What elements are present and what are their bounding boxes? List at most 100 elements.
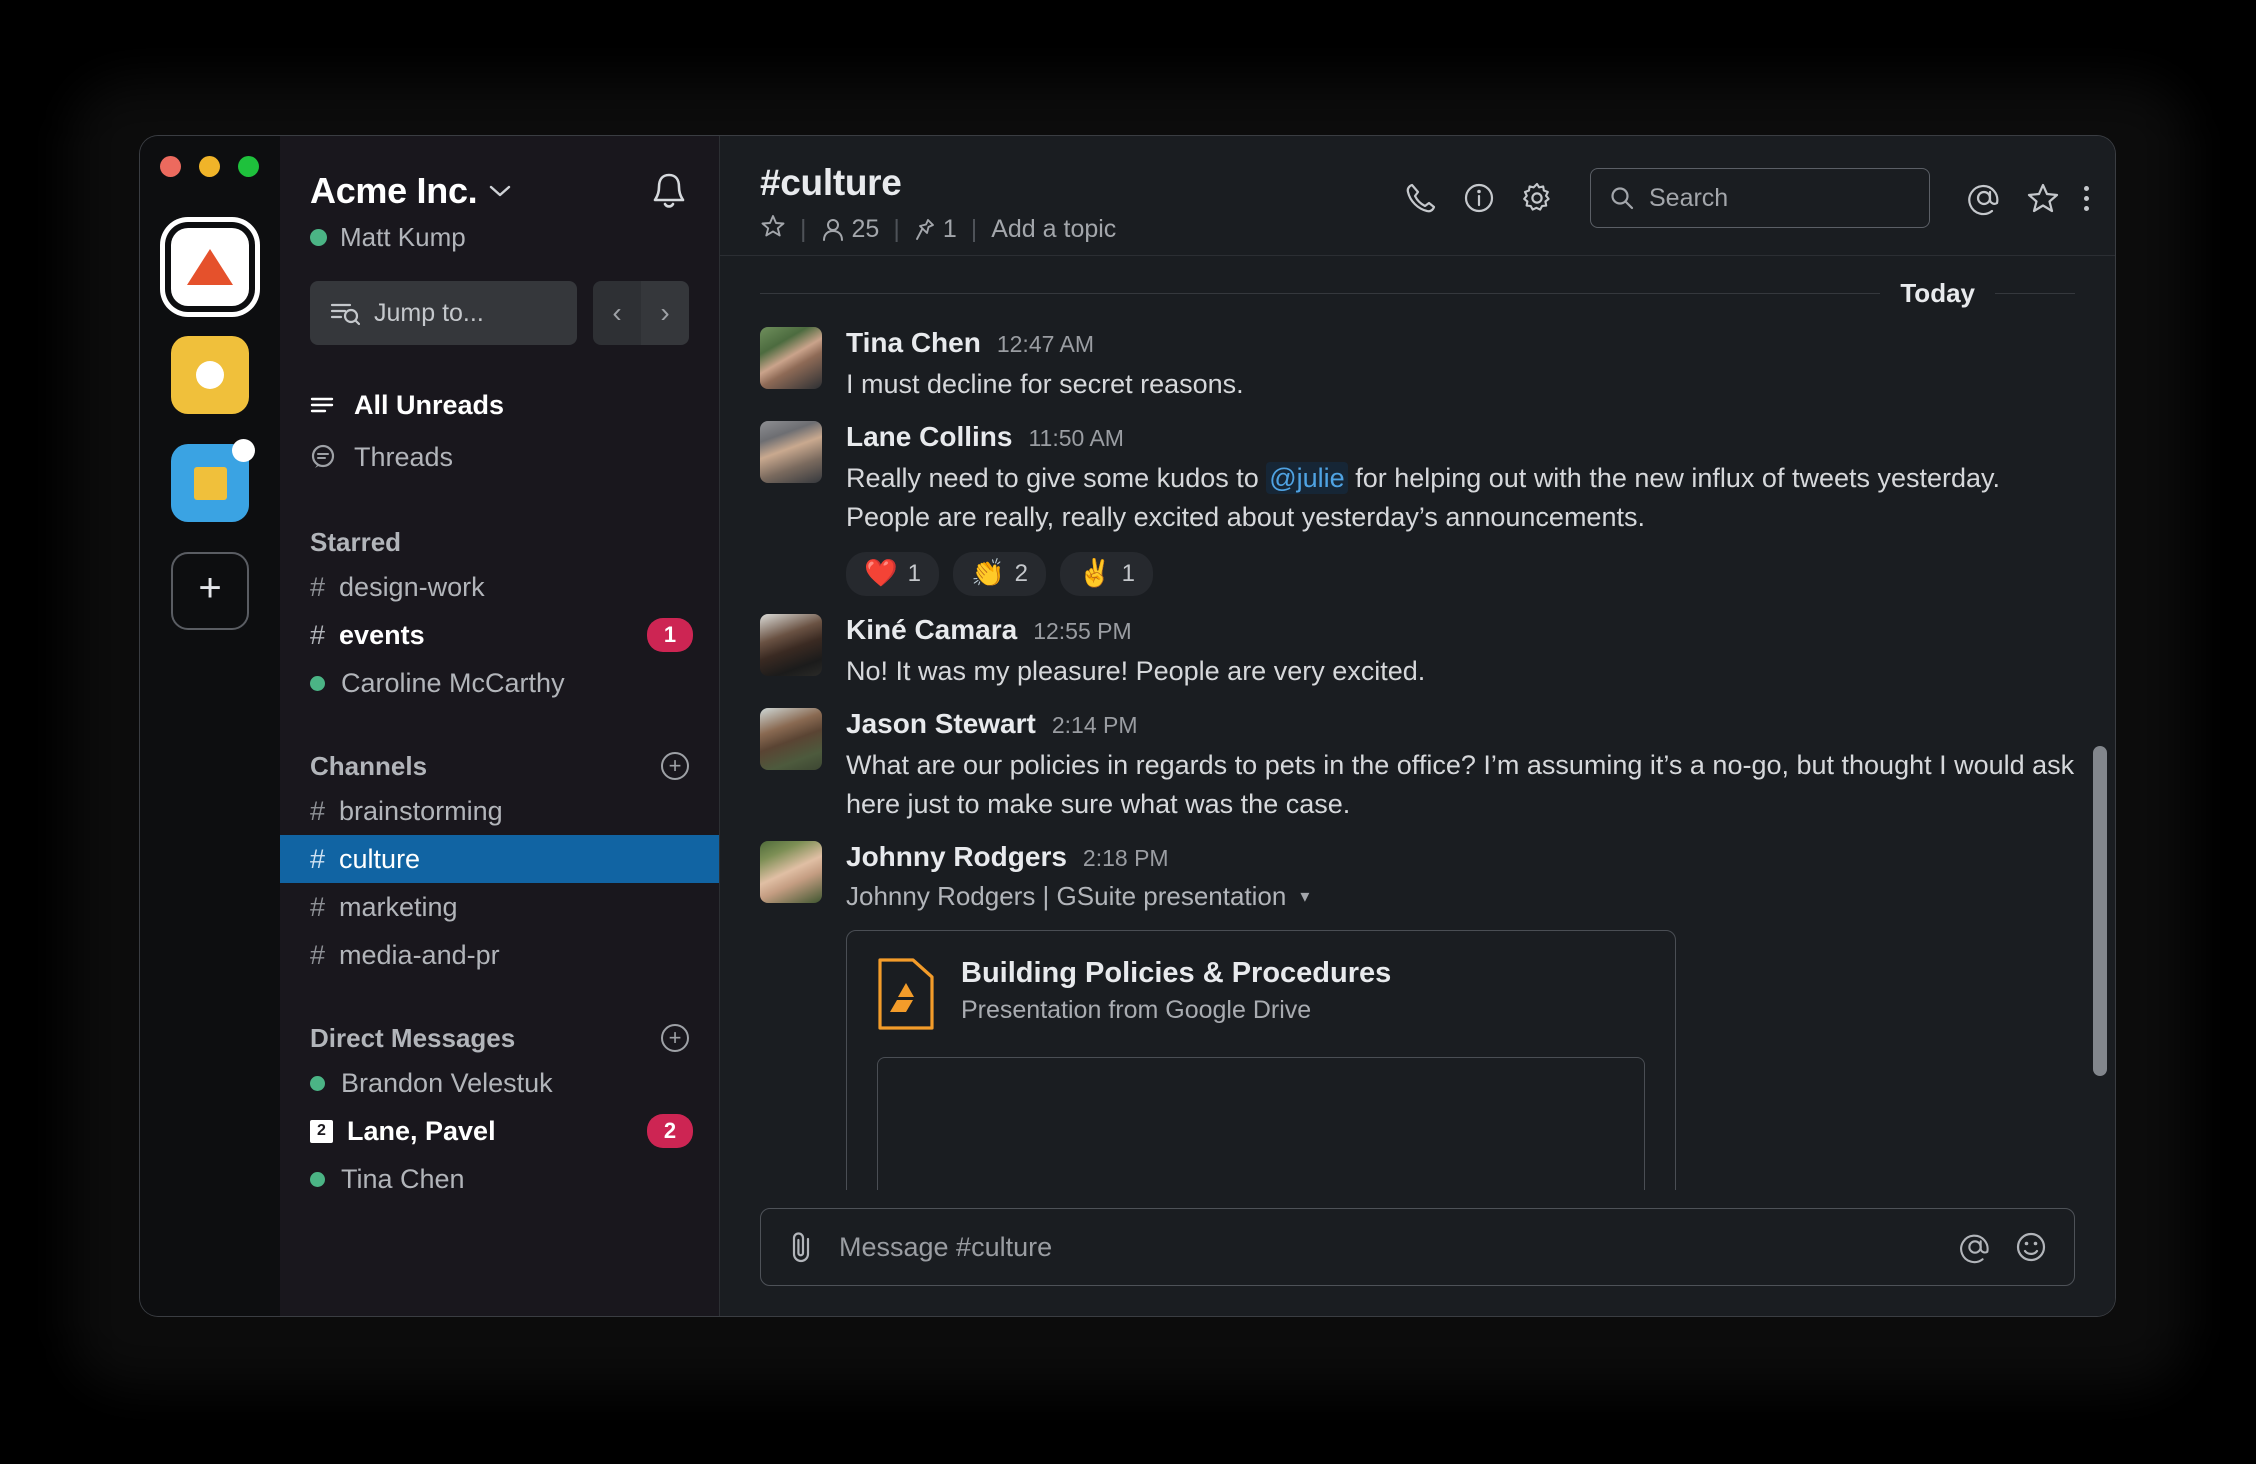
channel-label: events	[339, 619, 425, 650]
avatar[interactable]	[760, 613, 822, 676]
reaction-count: 1	[907, 559, 921, 587]
sidebar-channel-marketing[interactable]: # marketing	[280, 883, 719, 931]
message-author[interactable]: Kiné Camara	[846, 614, 1017, 646]
jump-to-placeholder: Jump to...	[374, 298, 484, 327]
attachment-preview[interactable]	[877, 1056, 1645, 1190]
victory-reaction[interactable]: ✌️ 1	[1059, 551, 1153, 596]
star-channel-button[interactable]	[760, 213, 786, 246]
message-body: Lane Collins 11:50 AM Really need to giv…	[846, 421, 2075, 596]
at-icon	[1968, 184, 1999, 216]
screen-canvas: + Acme Inc. Matt Kump Jump to... ‹ › All…	[0, 0, 2256, 1464]
search-input[interactable]: Search	[1590, 168, 1930, 228]
sidebar-channel-brainstorming[interactable]: # brainstorming	[280, 787, 719, 835]
current-user[interactable]: Matt Kump	[310, 222, 511, 253]
call-button[interactable]	[1404, 181, 1438, 215]
composer-mention-button[interactable]	[1958, 1230, 1992, 1264]
emoji-smiley-icon	[2016, 1232, 2046, 1262]
star-outline-icon	[2027, 183, 2059, 213]
message-author[interactable]: Jason Stewart	[846, 708, 1036, 740]
close-window-button[interactable]	[160, 156, 181, 177]
message-scrollbar[interactable]	[2093, 746, 2107, 1076]
message-author[interactable]: Johnny Rodgers	[846, 841, 1067, 873]
sidebar-dm-brandon-velestuk[interactable]: Brandon Velestuk	[280, 1059, 719, 1107]
sidebar-item-all-unreads[interactable]: All Unreads	[280, 379, 719, 431]
sidebar-dm-caroline-mccarthy[interactable]: Caroline McCarthy	[280, 659, 719, 707]
message-timestamp[interactable]: 12:55 PM	[1033, 618, 1131, 645]
clap-emoji-icon: 👏	[970, 558, 1005, 589]
message-body: Tina Chen 12:47 AM I must decline for se…	[846, 327, 2075, 403]
mentions-button[interactable]	[1966, 180, 2002, 216]
message-timestamp[interactable]: 12:47 AM	[997, 331, 1094, 358]
workspace-yellow[interactable]	[171, 336, 249, 414]
add-channel-button[interactable]: +	[661, 752, 689, 780]
history-nav: ‹ ›	[593, 281, 689, 345]
workspace-name-row[interactable]: Acme Inc.	[310, 170, 511, 212]
clap-reaction[interactable]: 👏 2	[952, 551, 1046, 596]
dm-label: Lane, Pavel	[347, 1115, 496, 1146]
attachment-source-text: Johnny Rodgers | GSuite presentation	[846, 880, 1287, 911]
add-topic-button[interactable]: Add a topic	[991, 215, 1116, 244]
channel-info-button[interactable]	[1462, 181, 1496, 215]
jump-to-input[interactable]: Jump to...	[310, 281, 577, 345]
text-segment: Really need to give some kudos to	[846, 463, 1267, 494]
member-count: 25	[851, 215, 880, 243]
add-workspace-button[interactable]: +	[171, 552, 249, 630]
message-composer[interactable]: Message #culture	[760, 1208, 2075, 1286]
avatar[interactable]	[760, 327, 822, 389]
member-count-button[interactable]: 25	[821, 215, 880, 244]
sidebar-channel-design-work[interactable]: # design-work	[280, 563, 719, 611]
attachment-source-line[interactable]: Johnny Rodgers | GSuite presentation ▾	[846, 881, 2075, 912]
sidebar-channel-media-and-pr[interactable]: # media-and-pr	[280, 931, 719, 979]
channel-name[interactable]: #culture	[760, 162, 1404, 204]
hash-icon: #	[310, 571, 326, 602]
user-mention[interactable]: @julie	[1266, 462, 1348, 495]
nav-forward-button[interactable]: ›	[641, 281, 689, 345]
avatar[interactable]	[760, 708, 822, 771]
message-header: Tina Chen 12:47 AM	[846, 327, 2075, 359]
starred-items-button[interactable]	[2026, 181, 2060, 215]
notifications-bell-icon[interactable]	[649, 170, 689, 219]
sidebar-dm-tina-chen[interactable]: Tina Chen	[280, 1155, 719, 1203]
message-author[interactable]: Lane Collins	[846, 421, 1012, 453]
workspace-identity[interactable]: Acme Inc. Matt Kump	[310, 170, 511, 253]
heart-emoji-icon: ❤️	[864, 558, 898, 589]
message-timestamp[interactable]: 11:50 AM	[1028, 425, 1123, 452]
message-timestamp[interactable]: 2:18 PM	[1083, 845, 1169, 872]
section-header-starred[interactable]: Starred	[280, 521, 719, 563]
attachment-title[interactable]: Building Policies & Procedures	[961, 957, 1391, 990]
dm-label: Caroline McCarthy	[341, 667, 565, 698]
avatar[interactable]	[760, 840, 822, 903]
message-timestamp[interactable]: 2:14 PM	[1052, 712, 1138, 739]
circle-logo-icon	[196, 361, 224, 389]
sidebar-channel-events[interactable]: # events 1	[280, 611, 719, 659]
pinned-items-button[interactable]: 1	[914, 215, 957, 244]
presence-indicator	[310, 1075, 325, 1091]
section-header-direct-messages[interactable]: Direct Messages +	[280, 1017, 719, 1059]
sidebar-dm-lane-pavel[interactable]: 2 Lane, Pavel 2	[280, 1107, 719, 1155]
maximize-window-button[interactable]	[238, 156, 259, 177]
attachment-card[interactable]: Building Policies & Procedures Presentat…	[846, 929, 1676, 1190]
pin-icon	[915, 218, 934, 240]
channel-header: #culture | 25 | 1 | Add a topic Search	[720, 136, 2115, 256]
message-list[interactable]: Today Tina Chen 12:47 AM I must decline …	[720, 256, 2115, 1190]
workspace-blue[interactable]	[171, 439, 255, 522]
channel-settings-button[interactable]	[1520, 181, 1554, 215]
workspace-acme-inc[interactable]	[171, 228, 249, 306]
avatar[interactable]	[760, 421, 822, 484]
sidebar-channel-culture[interactable]: # culture	[280, 835, 719, 883]
message-author[interactable]: Tina Chen	[846, 327, 981, 359]
add-dm-button[interactable]: +	[661, 1024, 689, 1052]
nav-back-button[interactable]: ‹	[593, 281, 641, 345]
more-options-button[interactable]	[2084, 185, 2089, 211]
person-icon	[822, 218, 843, 241]
slack-window: + Acme Inc. Matt Kump Jump to... ‹ › All…	[140, 136, 2115, 1316]
presence-indicator	[310, 1171, 325, 1187]
dm-label: Tina Chen	[341, 1163, 465, 1194]
heart-reaction[interactable]: ❤️ 1	[846, 551, 939, 596]
minimize-window-button[interactable]	[199, 156, 220, 177]
section-header-channels[interactable]: Channels +	[280, 745, 719, 787]
sidebar-item-threads[interactable]: Threads	[280, 431, 719, 483]
composer-emoji-button[interactable]	[2014, 1230, 2048, 1264]
star-outline-icon	[761, 215, 785, 237]
attach-file-button[interactable]	[787, 1229, 817, 1265]
